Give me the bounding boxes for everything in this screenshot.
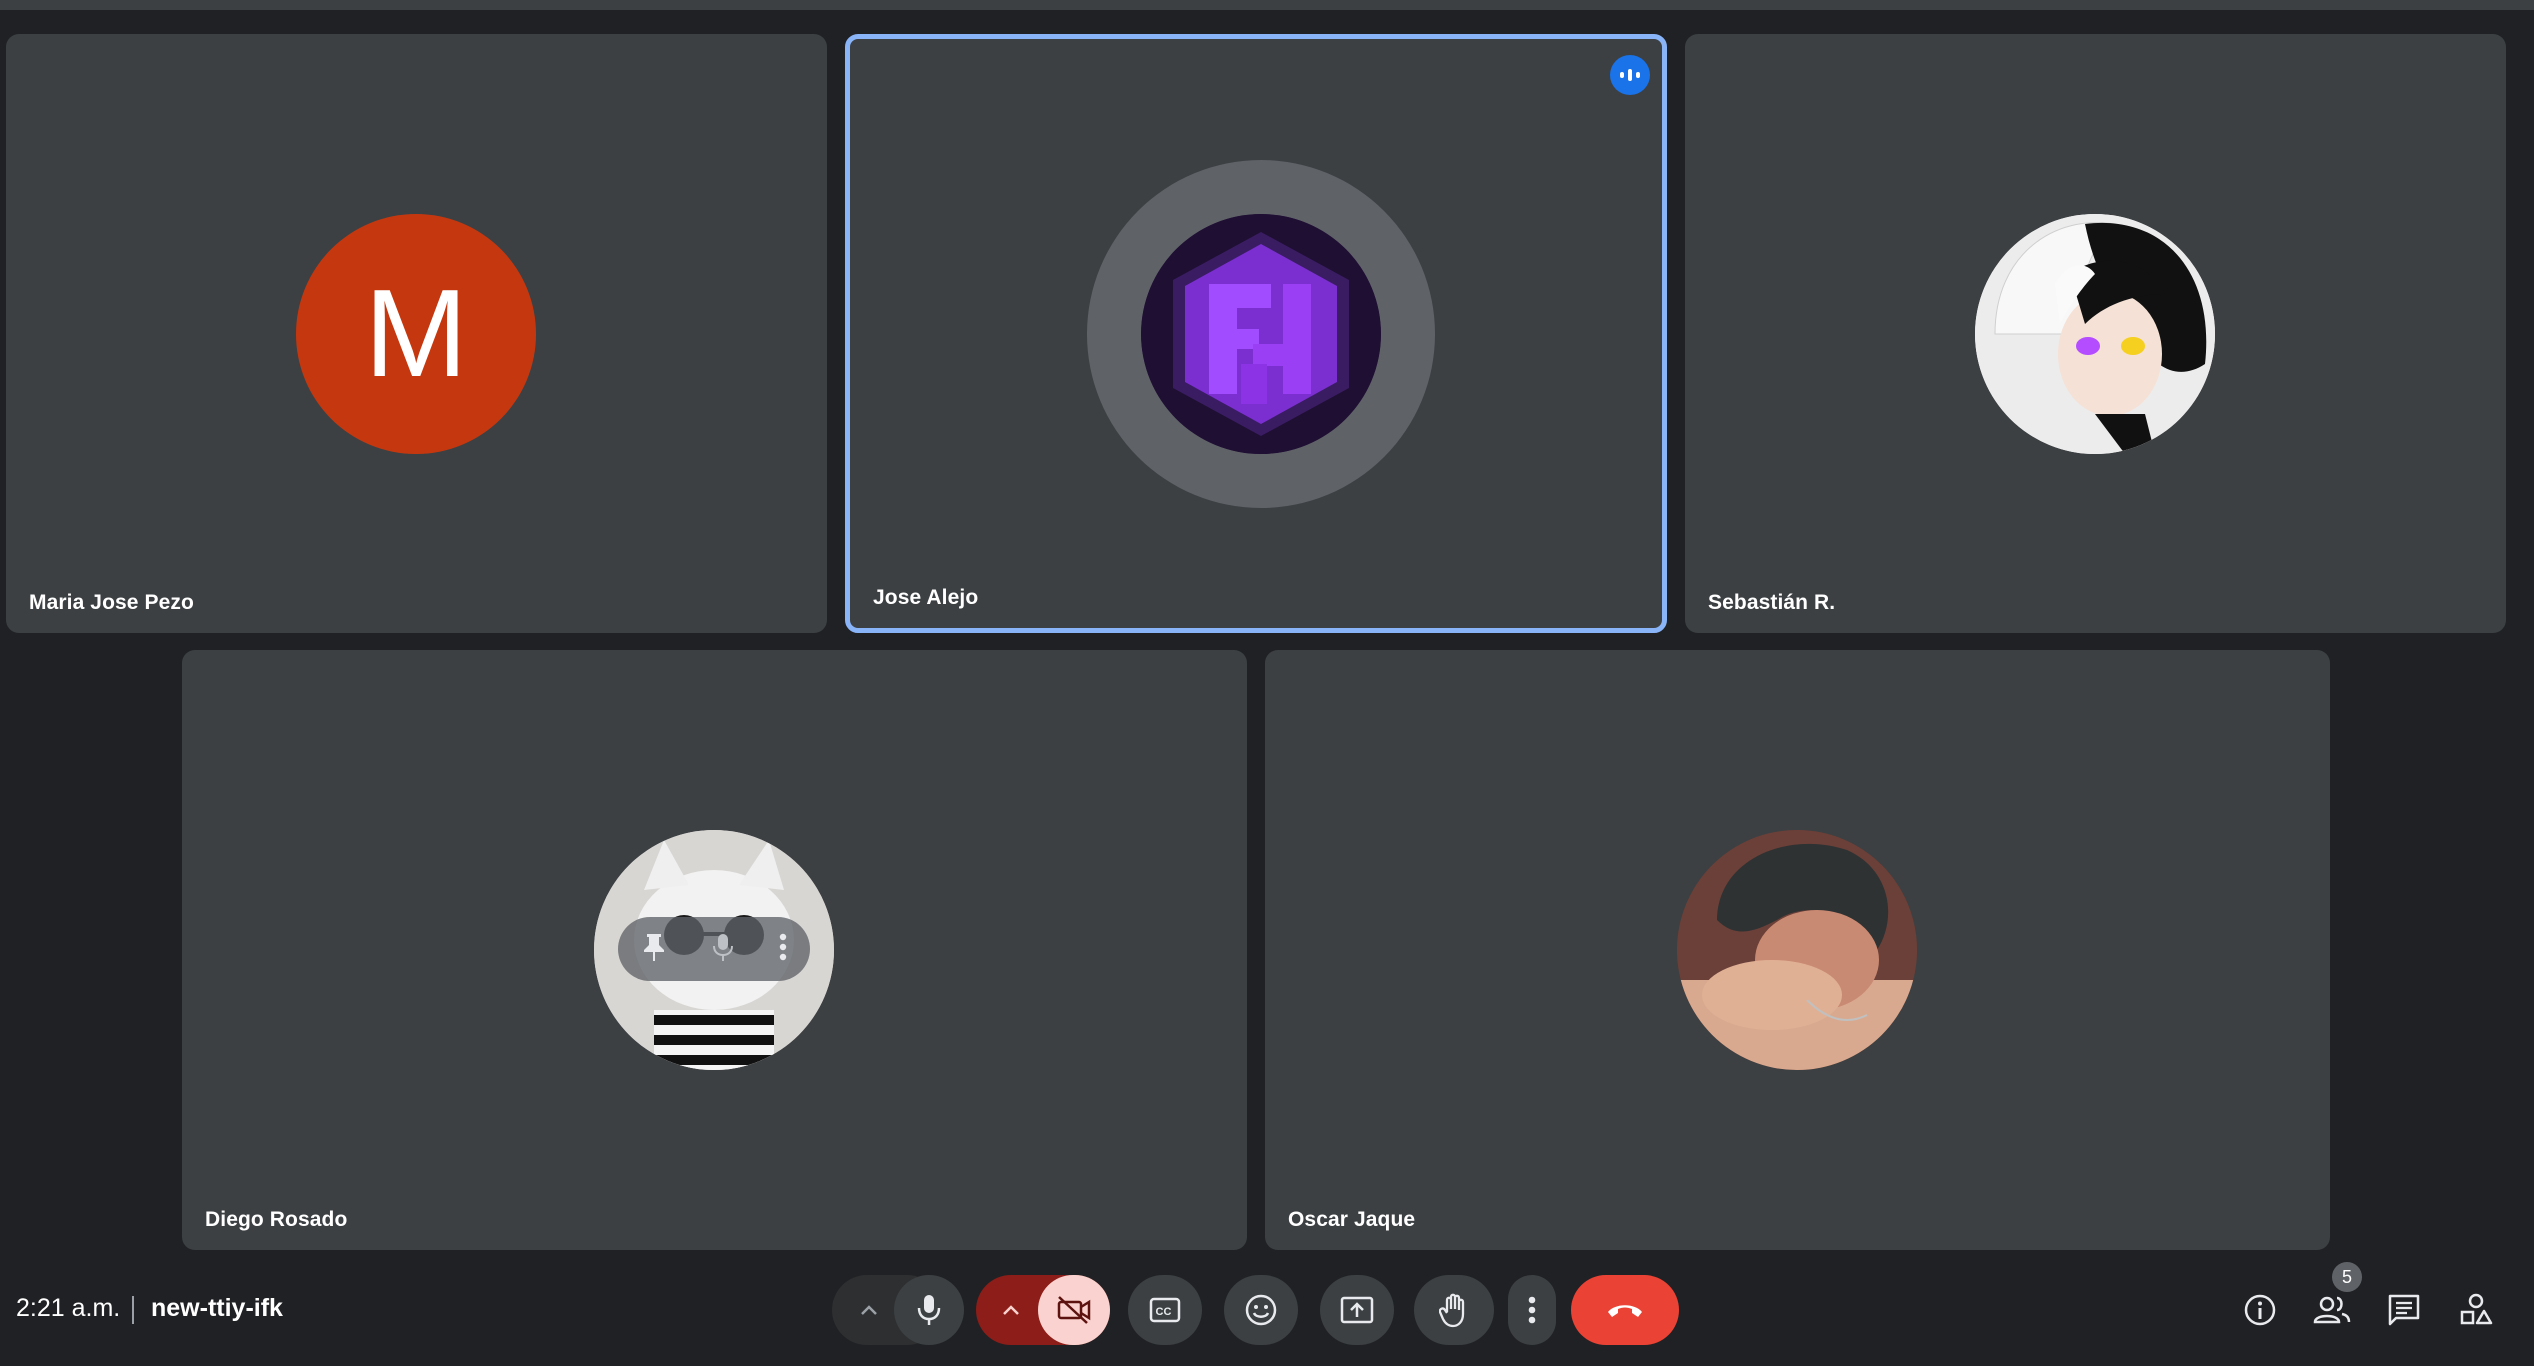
anime-portrait-image	[1975, 214, 2215, 454]
present-icon	[1340, 1296, 1374, 1324]
more-vert-icon[interactable]	[779, 933, 787, 966]
avatar	[1677, 830, 1917, 1070]
more-options-icon	[1528, 1295, 1536, 1325]
participant-tile-oscar[interactable]: Oscar Jaque	[1265, 650, 2330, 1250]
speaking-indicator-icon	[1610, 55, 1650, 95]
meeting-time: 2:21 a.m.	[16, 1294, 121, 1322]
participant-name: Oscar Jaque	[1288, 1208, 1416, 1231]
present-now-button[interactable]	[1320, 1275, 1394, 1345]
raise-hand-icon	[1439, 1292, 1469, 1328]
captions-icon: CC	[1149, 1297, 1181, 1323]
activities-icon[interactable]	[2456, 1290, 2496, 1330]
mic-off-icon[interactable]	[712, 932, 734, 967]
avatar: M	[296, 214, 536, 454]
avatar	[1975, 214, 2215, 454]
svg-text:CC: CC	[1156, 1306, 1172, 1318]
microphone-button[interactable]	[894, 1275, 964, 1345]
participant-name: Diego Rosado	[205, 1208, 348, 1231]
participant-tile-sebastian[interactable]: Sebastián R.	[1685, 34, 2506, 633]
emoji-icon	[1244, 1293, 1278, 1327]
participant-tile-jose[interactable]: Jose Alejo	[845, 34, 1667, 633]
chevron-up-icon	[860, 1304, 878, 1316]
chevron-up-icon	[1002, 1304, 1020, 1316]
camera-off-icon	[1056, 1295, 1092, 1325]
tile-hover-controls	[618, 917, 810, 981]
avatar	[1141, 214, 1381, 454]
participant-count-badge: 5	[2332, 1262, 2362, 1292]
pin-icon[interactable]	[641, 932, 667, 967]
more-options-button[interactable]	[1508, 1275, 1556, 1345]
participant-tile-maria[interactable]: M Maria Jose Pezo	[6, 34, 827, 633]
participant-name: Jose Alejo	[873, 586, 979, 609]
participant-name: Sebastián R.	[1708, 591, 1836, 614]
reactions-button[interactable]	[1224, 1275, 1298, 1345]
person-photo-image	[1677, 830, 1917, 1070]
avatar-letter: M	[364, 265, 468, 403]
captions-button[interactable]: CC	[1128, 1275, 1202, 1345]
window-top-strip	[0, 0, 2534, 10]
end-call-icon	[1605, 1301, 1645, 1319]
raise-hand-button[interactable]	[1414, 1275, 1494, 1345]
info-icon[interactable]	[2240, 1290, 2280, 1330]
participant-tile-diego[interactable]: Diego Rosado	[182, 650, 1247, 1250]
info-divider	[132, 1296, 134, 1324]
people-icon[interactable]	[2312, 1290, 2352, 1330]
meeting-code[interactable]: new-ttiy-ifk	[151, 1294, 283, 1323]
chat-icon[interactable]	[2384, 1290, 2424, 1330]
participant-name: Maria Jose Pezo	[29, 591, 194, 614]
logo-avatar-image	[1141, 214, 1381, 454]
camera-toggle-button[interactable]	[1038, 1275, 1110, 1345]
mic-icon	[917, 1293, 941, 1327]
leave-call-button[interactable]	[1571, 1275, 1679, 1345]
